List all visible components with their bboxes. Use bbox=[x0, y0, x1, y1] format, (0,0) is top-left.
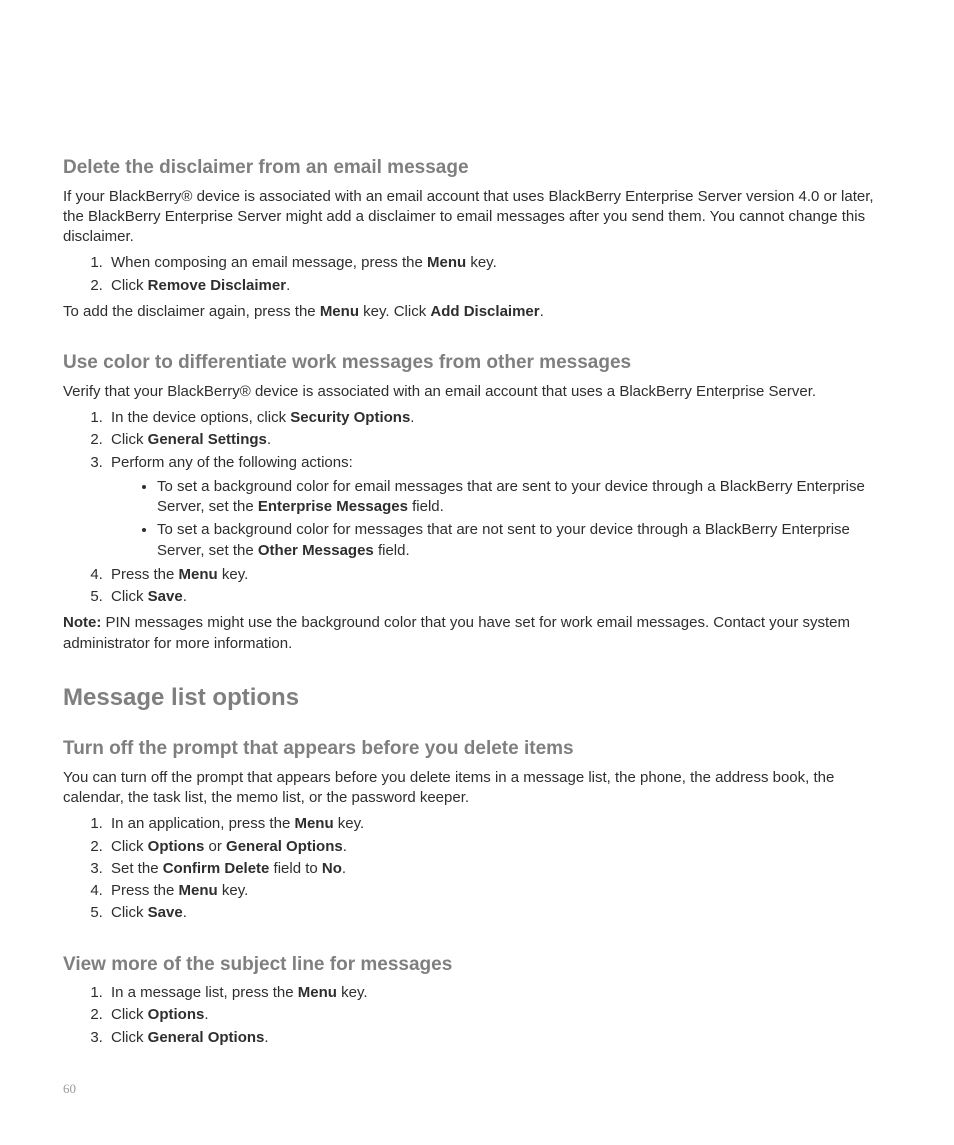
note-text: Note: PIN messages might use the backgro… bbox=[63, 613, 892, 654]
step-text: key. bbox=[466, 254, 497, 271]
text: field to bbox=[269, 860, 322, 877]
save-label: Save bbox=[148, 588, 183, 605]
steps-list: In the device options, click Security Op… bbox=[63, 408, 892, 607]
step-item: Click Options. bbox=[107, 1005, 892, 1025]
save-label: Save bbox=[148, 904, 183, 921]
general-options-label: General Options bbox=[148, 1029, 265, 1046]
steps-list: In a message list, press the Menu key. C… bbox=[63, 983, 892, 1048]
text: In a message list, press the bbox=[111, 984, 298, 1001]
text: . bbox=[183, 588, 187, 605]
intro-text: You can turn off the prompt that appears… bbox=[63, 768, 892, 809]
text: . bbox=[204, 1006, 208, 1023]
general-options-label: General Options bbox=[226, 838, 343, 855]
menu-key-label: Menu bbox=[179, 882, 218, 899]
bullet-item: To set a background color for messages t… bbox=[157, 520, 892, 561]
text: . bbox=[540, 303, 544, 320]
note-body: PIN messages might use the background co… bbox=[63, 614, 850, 651]
text: Click bbox=[111, 1029, 148, 1046]
remove-disclaimer-label: Remove Disclaimer bbox=[148, 277, 286, 294]
step-text: . bbox=[286, 277, 290, 294]
text: key. bbox=[334, 815, 365, 832]
menu-key-label: Menu bbox=[298, 984, 337, 1001]
step-text: Click bbox=[111, 277, 148, 294]
heading-message-list-options: Message list options bbox=[63, 682, 892, 714]
step-item: In a message list, press the Menu key. bbox=[107, 983, 892, 1003]
text: key. bbox=[337, 984, 368, 1001]
text: Set the bbox=[111, 860, 163, 877]
text: . bbox=[183, 904, 187, 921]
text: . bbox=[343, 838, 347, 855]
step-item: Click General Settings. bbox=[107, 430, 892, 450]
text: or bbox=[204, 838, 226, 855]
text: Click bbox=[111, 904, 148, 921]
heading-turn-off-prompt: Turn off the prompt that appears before … bbox=[63, 736, 892, 762]
security-options-label: Security Options bbox=[290, 409, 410, 426]
intro-text: Verify that your BlackBerry® device is a… bbox=[63, 382, 892, 402]
text: To add the disclaimer again, press the bbox=[63, 303, 320, 320]
text: Press the bbox=[111, 882, 179, 899]
text: field. bbox=[374, 542, 410, 559]
step-item: When composing an email message, press t… bbox=[107, 253, 892, 273]
options-label: Options bbox=[148, 1006, 205, 1023]
step-item: Press the Menu key. bbox=[107, 881, 892, 901]
options-label: Options bbox=[148, 838, 205, 855]
text: key. bbox=[218, 566, 249, 583]
step-item: Click Remove Disclaimer. bbox=[107, 276, 892, 296]
text: Perform any of the following actions: bbox=[111, 454, 353, 471]
bullet-list: To set a background color for email mess… bbox=[111, 477, 892, 561]
menu-key-label: Menu bbox=[320, 303, 359, 320]
step-item: In the device options, click Security Op… bbox=[107, 408, 892, 428]
step-item: Press the Menu key. bbox=[107, 565, 892, 585]
text: . bbox=[342, 860, 346, 877]
section-delete-disclaimer: Delete the disclaimer from an email mess… bbox=[63, 155, 892, 322]
step-item: Click Save. bbox=[107, 903, 892, 923]
text: Click bbox=[111, 588, 148, 605]
text: Click bbox=[111, 838, 148, 855]
step-text: When composing an email message, press t… bbox=[111, 254, 427, 271]
text: . bbox=[410, 409, 414, 426]
heading-delete-disclaimer: Delete the disclaimer from an email mess… bbox=[63, 155, 892, 181]
text: field. bbox=[408, 498, 444, 515]
steps-list: In an application, press the Menu key. C… bbox=[63, 814, 892, 923]
other-messages-label: Other Messages bbox=[258, 542, 374, 559]
text: key. bbox=[218, 882, 249, 899]
section-view-subject-line: View more of the subject line for messag… bbox=[63, 952, 892, 1048]
text: Click bbox=[111, 1006, 148, 1023]
step-item: Set the Confirm Delete field to No. bbox=[107, 859, 892, 879]
confirm-delete-label: Confirm Delete bbox=[163, 860, 270, 877]
text: key. Click bbox=[359, 303, 430, 320]
text: . bbox=[264, 1029, 268, 1046]
menu-key-label: Menu bbox=[294, 815, 333, 832]
text: Click bbox=[111, 431, 148, 448]
heading-use-color: Use color to differentiate work messages… bbox=[63, 350, 892, 376]
step-item: Click General Options. bbox=[107, 1028, 892, 1048]
bullet-item: To set a background color for email mess… bbox=[157, 477, 892, 518]
note-label: Note: bbox=[63, 614, 101, 631]
general-settings-label: General Settings bbox=[148, 431, 267, 448]
followup-text: To add the disclaimer again, press the M… bbox=[63, 302, 892, 322]
text: Press the bbox=[111, 566, 179, 583]
step-item: Click Save. bbox=[107, 587, 892, 607]
section-turn-off-prompt: Turn off the prompt that appears before … bbox=[63, 736, 892, 923]
document-page: { "section1": { "heading": "Delete the d… bbox=[0, 0, 954, 1116]
page-number: 60 bbox=[63, 1081, 76, 1097]
add-disclaimer-label: Add Disclaimer bbox=[430, 303, 539, 320]
text: In the device options, click bbox=[111, 409, 290, 426]
menu-key-label: Menu bbox=[179, 566, 218, 583]
intro-text: If your BlackBerry® device is associated… bbox=[63, 187, 892, 248]
steps-list: When composing an email message, press t… bbox=[63, 253, 892, 296]
menu-key-label: Menu bbox=[427, 254, 466, 271]
step-item: In an application, press the Menu key. bbox=[107, 814, 892, 834]
section-use-color: Use color to differentiate work messages… bbox=[63, 350, 892, 654]
heading-view-subject-line: View more of the subject line for messag… bbox=[63, 952, 892, 978]
step-item: Perform any of the following actions: To… bbox=[107, 453, 892, 561]
text: . bbox=[267, 431, 271, 448]
text: In an application, press the bbox=[111, 815, 294, 832]
enterprise-messages-label: Enterprise Messages bbox=[258, 498, 408, 515]
no-value-label: No bbox=[322, 860, 342, 877]
step-item: Click Options or General Options. bbox=[107, 837, 892, 857]
